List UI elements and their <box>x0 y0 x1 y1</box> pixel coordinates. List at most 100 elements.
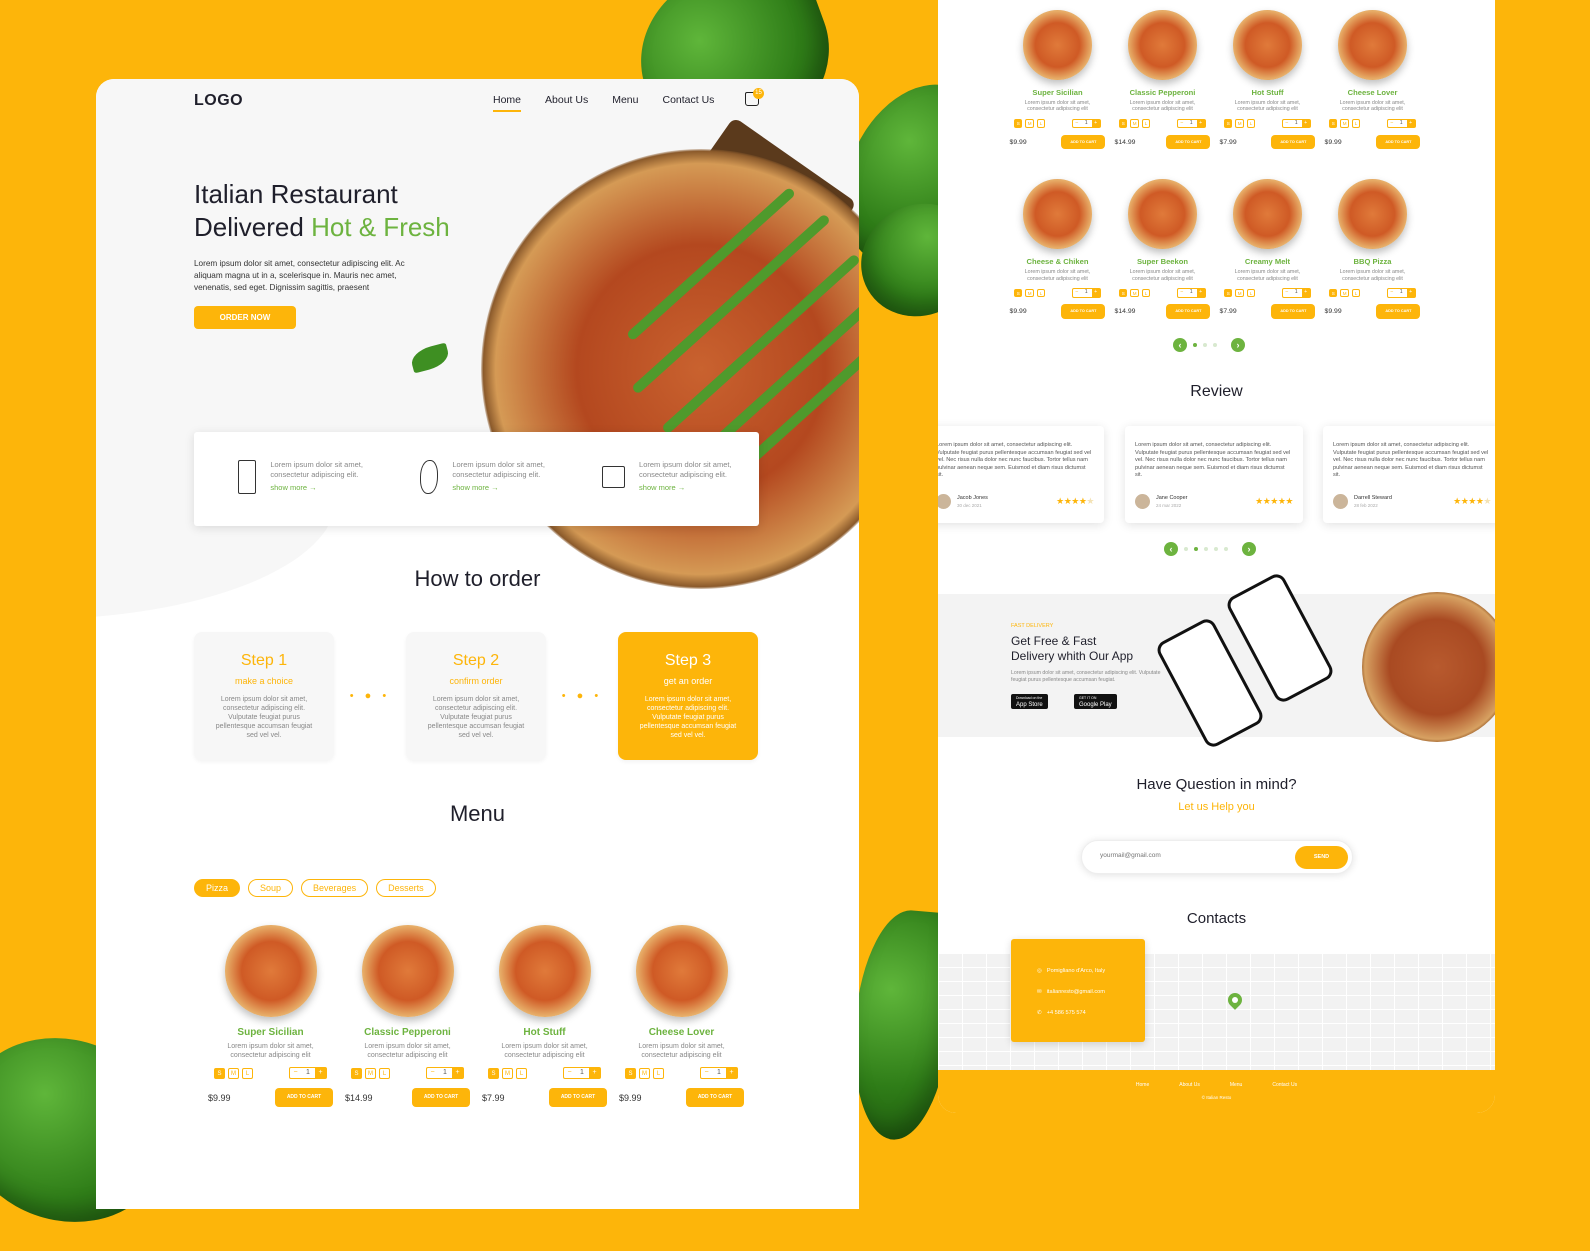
qty-value[interactable]: 1 <box>712 1068 726 1078</box>
qty-minus-button[interactable]: − <box>1388 120 1396 128</box>
footer-link-about-us[interactable]: About Us <box>1179 1082 1200 1088</box>
qty-plus-button[interactable]: + <box>1406 288 1415 297</box>
qty-plus-button[interactable]: + <box>1196 288 1205 297</box>
size-s[interactable]: S <box>1119 288 1128 297</box>
size-s[interactable]: S <box>625 1067 636 1079</box>
size-l[interactable]: L <box>1246 288 1256 297</box>
nav-home[interactable]: Home <box>493 94 522 112</box>
nav-menu[interactable]: Menu <box>612 94 638 112</box>
show-more-link[interactable]: show more → <box>452 483 577 493</box>
size-m[interactable]: M <box>1235 288 1244 297</box>
next-arrow-icon[interactable]: › <box>1242 542 1256 556</box>
qty-value[interactable]: 1 <box>1186 120 1197 128</box>
qty-value[interactable]: 1 <box>438 1068 452 1078</box>
add-to-cart-button[interactable]: ADD TO CART <box>1271 304 1316 319</box>
page-dot[interactable] <box>1213 343 1217 347</box>
size-m[interactable]: M <box>1130 119 1139 128</box>
show-more-link[interactable]: show more → <box>270 483 395 493</box>
qty-value[interactable]: 1 <box>1291 120 1302 128</box>
qty-value[interactable]: 1 <box>575 1068 589 1078</box>
qty-plus-button[interactable]: + <box>726 1068 737 1078</box>
add-to-cart-button[interactable]: ADD TO CART <box>1271 134 1316 150</box>
google-play-button[interactable]: GET IT ON Google Play <box>1074 694 1117 709</box>
next-arrow-icon[interactable]: › <box>1231 338 1245 352</box>
add-to-cart-button[interactable]: ADD TO CART <box>686 1088 744 1107</box>
size-l[interactable]: L <box>1141 288 1151 297</box>
tab-pizza[interactable]: Pizza <box>194 879 241 897</box>
footer-link-home[interactable]: Home <box>1136 1082 1149 1088</box>
size-s[interactable]: S <box>1329 119 1338 128</box>
size-l[interactable]: L <box>242 1067 253 1079</box>
size-s[interactable]: S <box>351 1067 362 1079</box>
size-m[interactable]: M <box>1025 288 1034 297</box>
qty-plus-button[interactable]: + <box>1091 119 1100 128</box>
size-m[interactable]: M <box>1235 119 1244 128</box>
size-s[interactable]: S <box>1224 119 1233 128</box>
show-more-link[interactable]: show more → <box>639 483 759 493</box>
page-dot[interactable] <box>1224 547 1228 551</box>
qty-value[interactable]: 1 <box>1186 289 1197 297</box>
size-s[interactable]: S <box>1224 288 1233 297</box>
page-dot[interactable] <box>1193 343 1197 347</box>
add-to-cart-button[interactable]: ADD TO CART <box>1061 304 1106 319</box>
page-dot[interactable] <box>1214 547 1218 551</box>
qty-plus-button[interactable]: + <box>589 1068 600 1078</box>
page-dot[interactable] <box>1204 547 1208 551</box>
size-l[interactable]: L <box>1036 288 1046 297</box>
size-l[interactable]: L <box>1246 119 1256 128</box>
page-dot[interactable] <box>1194 547 1198 551</box>
qty-plus-button[interactable]: + <box>452 1068 463 1078</box>
app-store-button[interactable]: Download on the App Store <box>1011 694 1048 709</box>
size-s[interactable]: S <box>1329 288 1338 297</box>
add-to-cart-button[interactable]: ADD TO CART <box>1166 304 1211 319</box>
qty-plus-button[interactable]: + <box>1196 119 1205 128</box>
map-pin-icon[interactable] <box>1225 990 1245 1010</box>
size-s[interactable]: S <box>214 1067 225 1079</box>
size-m[interactable]: M <box>1130 288 1139 297</box>
qty-value[interactable]: 1 <box>1081 289 1092 297</box>
size-m[interactable]: M <box>1340 288 1349 297</box>
size-l[interactable]: L <box>1141 119 1151 128</box>
size-l[interactable]: L <box>653 1067 664 1079</box>
add-to-cart-button[interactable]: ADD TO CART <box>275 1088 333 1107</box>
qty-value[interactable]: 1 <box>1291 289 1302 297</box>
size-l[interactable]: L <box>1036 119 1046 128</box>
footer-link-menu[interactable]: Menu <box>1230 1082 1243 1088</box>
prev-arrow-icon[interactable]: ‹ <box>1173 338 1187 352</box>
qty-minus-button[interactable]: − <box>1178 289 1186 297</box>
qty-plus-button[interactable]: + <box>1301 288 1310 297</box>
size-l[interactable]: L <box>1351 288 1361 297</box>
add-to-cart-button[interactable]: ADD TO CART <box>1376 134 1421 150</box>
size-s[interactable]: S <box>1119 119 1128 128</box>
qty-value[interactable]: 1 <box>1081 120 1092 128</box>
add-to-cart-button[interactable]: ADD TO CART <box>1061 134 1106 150</box>
tab-desserts[interactable]: Desserts <box>376 879 436 897</box>
qty-plus-button[interactable]: + <box>1301 119 1310 128</box>
add-to-cart-button[interactable]: ADD TO CART <box>412 1088 470 1107</box>
size-s[interactable]: S <box>1014 288 1023 297</box>
qty-minus-button[interactable]: − <box>701 1068 712 1078</box>
footer-link-contact-us[interactable]: Contact Us <box>1272 1082 1297 1088</box>
qty-minus-button[interactable]: − <box>1388 289 1396 297</box>
size-l[interactable]: L <box>516 1067 527 1079</box>
email-input[interactable] <box>1100 852 1280 859</box>
qty-minus-button[interactable]: − <box>1178 120 1186 128</box>
qty-plus-button[interactable]: + <box>1091 288 1100 297</box>
logo[interactable]: LOGO <box>194 92 243 110</box>
size-m[interactable]: M <box>228 1067 239 1079</box>
qty-minus-button[interactable]: − <box>1073 120 1081 128</box>
qty-minus-button[interactable]: − <box>1073 289 1081 297</box>
size-m[interactable]: M <box>1340 119 1349 128</box>
qty-minus-button[interactable]: − <box>564 1068 575 1078</box>
add-to-cart-button[interactable]: ADD TO CART <box>1166 134 1211 150</box>
qty-value[interactable]: 1 <box>301 1068 315 1078</box>
add-to-cart-button[interactable]: ADD TO CART <box>1376 304 1421 319</box>
page-dot[interactable] <box>1203 343 1207 347</box>
size-s[interactable]: S <box>1014 119 1023 128</box>
nav-about-us[interactable]: About Us <box>545 94 588 112</box>
qty-plus-button[interactable]: + <box>315 1068 326 1078</box>
prev-arrow-icon[interactable]: ‹ <box>1164 542 1178 556</box>
size-m[interactable]: M <box>502 1067 513 1079</box>
size-m[interactable]: M <box>365 1067 376 1079</box>
qty-value[interactable]: 1 <box>1396 120 1407 128</box>
